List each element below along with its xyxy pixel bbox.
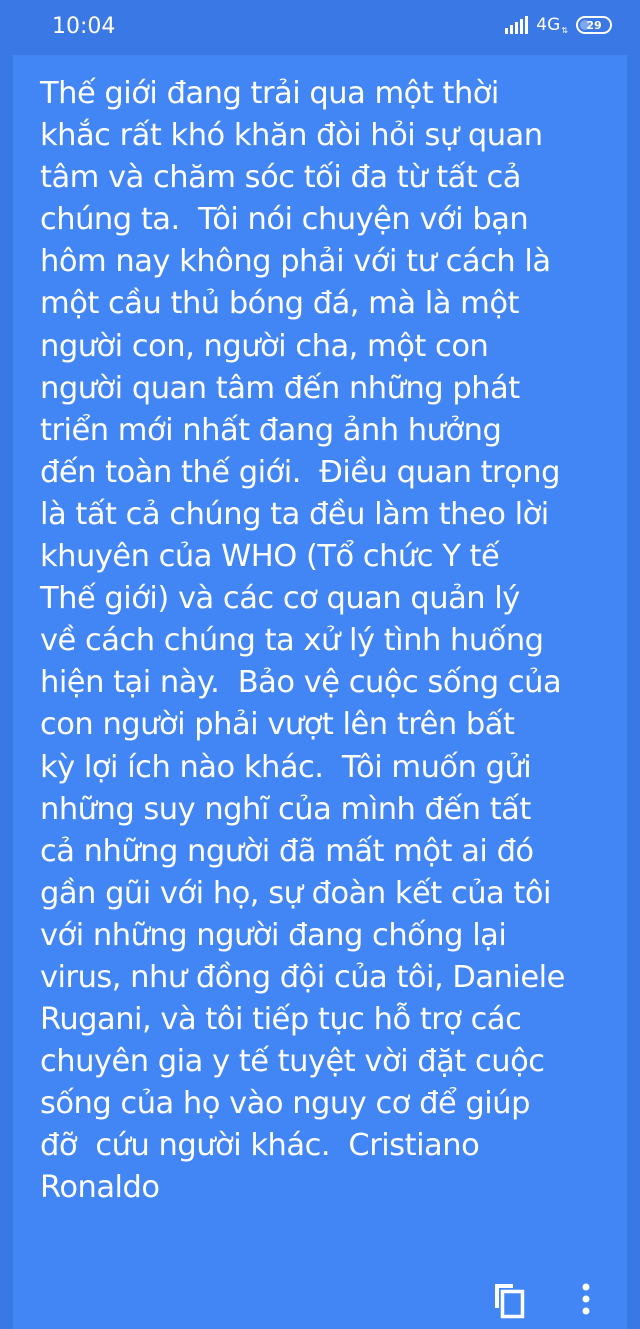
note-panel: Thế giới đang trải qua một thời khắc rất …: [13, 55, 627, 1329]
note-line: người quan tâm đến những phát: [40, 370, 520, 406]
note-line: hôm nay không phải với tư cách là: [40, 244, 551, 280]
note-line: những suy nghĩ của mình đến tất: [40, 791, 531, 827]
note-line: cả những người đã mất một ai đó: [40, 833, 534, 869]
note-line: tâm và chăm sóc tối đa từ tất cả: [40, 160, 521, 196]
note-line: Thế giới đang trải qua một thời: [40, 76, 499, 111]
network-type: 4G⇅: [536, 15, 568, 35]
note-line: kỳ lợi ích nào khác. Tôi muốn gửi: [40, 749, 532, 785]
note-line: khắc rất khó khăn đòi hỏi sự quan: [40, 118, 543, 154]
note-line: gần gũi với họ, sự đoàn kết của tôi: [40, 875, 552, 911]
note-line: virus, như đồng đội của tôi, Daniele: [40, 959, 565, 995]
battery-level: 29: [586, 18, 602, 32]
more-vertical-icon: [582, 1283, 590, 1315]
note-line: hiện tại này. Bảo vệ cuộc sống của: [40, 665, 562, 701]
status-indicators: 4G⇅ 29: [505, 15, 612, 35]
note-line: triển mới nhất đang ảnh hưởng: [40, 412, 502, 448]
note-line: với những người đang chống lại: [40, 917, 507, 953]
note-line: chuyên gia y tế tuyệt vời đặt cuộc: [40, 1044, 545, 1080]
copy-button[interactable]: [491, 1280, 527, 1320]
note-line: khuyên của WHO (Tổ chức Y tế: [40, 539, 500, 575]
note-line: chúng ta. Tôi nói chuyện với bạn: [40, 202, 529, 238]
note-line: Ronaldo: [40, 1170, 160, 1206]
note-line: một cầu thủ bóng đá, mà là một: [40, 286, 519, 322]
note-line: đỡ cứu người khác. Cristiano: [40, 1128, 480, 1164]
note-line: người con, người cha, một con: [40, 328, 489, 364]
status-bar: 10:04 4G⇅ 29: [0, 0, 640, 55]
note-line: sống của họ vào nguy cơ để giúp: [40, 1086, 530, 1122]
signal-bars-icon: [505, 16, 529, 34]
status-time: 10:04: [52, 14, 116, 39]
note-line: về cách chúng ta xử lý tình huống: [40, 623, 544, 659]
note-text[interactable]: Thế giới đang trải qua một thời khắc rất …: [40, 73, 600, 1210]
note-line: Thế giới) và các cơ quan quản lý: [40, 581, 520, 617]
note-line: là tất cả chúng ta đều làm theo lời: [40, 496, 549, 532]
copy-icon: [495, 1284, 525, 1319]
battery-icon: 29: [576, 16, 612, 34]
more-options-button[interactable]: [573, 1280, 599, 1320]
note-line: con người phải vượt lên trên bất: [40, 707, 515, 743]
data-arrows-icon: ⇅: [561, 26, 568, 35]
note-line: Rugani, và tôi tiếp tục hỗ trợ các: [40, 1002, 522, 1038]
note-line: đến toàn thế giới. Điều quan trọng: [40, 454, 560, 490]
